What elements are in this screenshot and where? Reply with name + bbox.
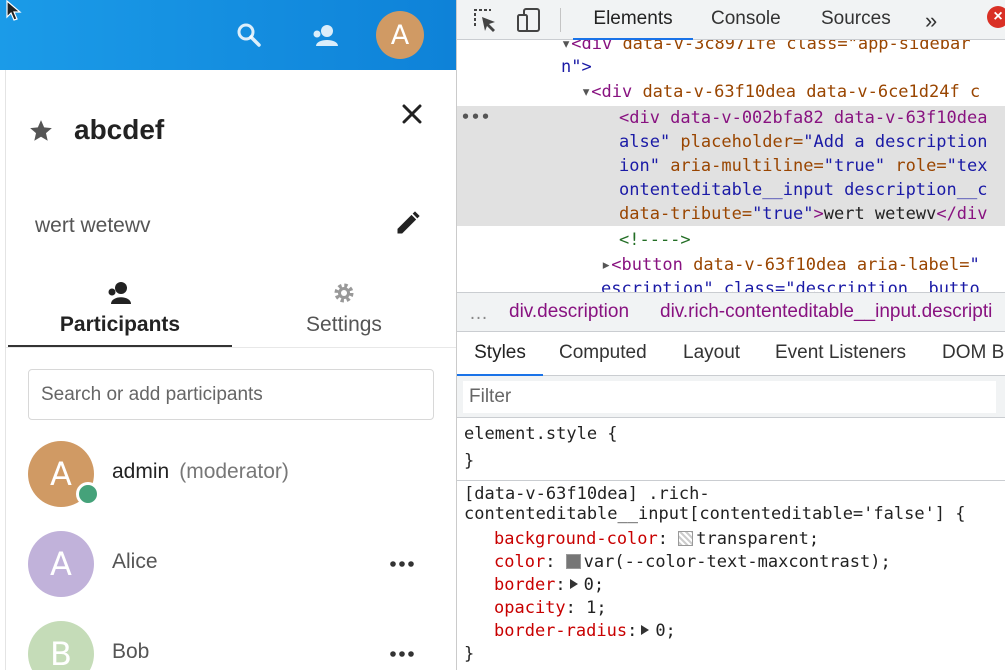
close-icon — [402, 104, 422, 124]
app-header: A — [0, 0, 456, 70]
tab-computed[interactable]: Computed — [559, 332, 647, 376]
dom-node-button[interactable]: ▸<button data-v-63f10dea aria-label=" — [601, 253, 980, 277]
chat-app: A abcdef wert wetewv Participants Settin… — [0, 0, 456, 670]
participant-bob[interactable]: B Bob — [6, 615, 456, 670]
dom-breadcrumb: … div.description div.rich-contenteditab… — [457, 292, 1005, 332]
more-options-icon[interactable] — [389, 559, 415, 569]
expand-triangle-icon[interactable] — [641, 625, 650, 635]
tab-participants[interactable]: Participants — [8, 275, 232, 347]
participants-icon — [108, 282, 131, 304]
tab-elements[interactable]: Elements — [573, 0, 693, 40]
css-declaration[interactable]: background-color: transparent; — [494, 528, 819, 551]
css-declaration[interactable]: border-radius: 0; — [494, 620, 676, 643]
tab-settings-label: Settings — [306, 313, 382, 336]
user-avatar[interactable]: A — [376, 11, 424, 59]
tab-console[interactable]: Console — [711, 0, 781, 40]
tab-dom-breakpoints[interactable]: DOM Br — [942, 332, 1005, 376]
participant-avatar: A — [28, 531, 94, 597]
room-title: abcdef — [74, 114, 165, 145]
room-description[interactable]: wert wetewv — [35, 214, 151, 238]
tab-sources[interactable]: Sources — [821, 0, 891, 40]
more-tabs-chevron-icon[interactable]: » — [925, 8, 937, 34]
contacts-icon[interactable] — [310, 20, 340, 50]
search-icon[interactable] — [234, 20, 264, 50]
color-swatch[interactable] — [565, 554, 581, 569]
tabs-divider — [6, 347, 456, 348]
styles-pane: element.style { } [data-v-63f10dea] .ric… — [457, 419, 1005, 670]
node-actions-icon[interactable]: ••• — [461, 108, 491, 126]
favorite-star-icon[interactable] — [28, 118, 54, 144]
breadcrumb-item[interactable]: div.rich-contenteditable__input.descript… — [660, 301, 992, 323]
dom-selected-line: ontenteditable__input description__c — [619, 180, 988, 200]
rule-divider — [457, 480, 1005, 481]
dom-node-sidebar[interactable]: ▾<div data-v-3c8971fe class="app-sidebar — [561, 40, 970, 56]
dom-comment[interactable]: <!----> — [619, 228, 691, 252]
css-declaration[interactable]: color: var(--color-text-maxcontrast); — [494, 551, 891, 574]
devtools-toolbar: Elements Console Sources » × — [457, 0, 1005, 40]
devtools-panel: Elements Console Sources » × ▾<div data-… — [456, 0, 1005, 670]
participant-alice[interactable]: A Alice — [6, 525, 456, 605]
element-style-open[interactable]: element.style { — [464, 423, 618, 446]
breadcrumb-overflow[interactable]: … — [469, 303, 488, 325]
dom-node-sidebar-cont: n"> — [561, 57, 592, 77]
dom-selected-line: <div data-v-002bfa82 data-v-63f10dea — [619, 108, 988, 128]
color-swatch[interactable] — [678, 531, 694, 546]
dom-node-div[interactable]: ▾<div data-v-63f10dea data-v-6ce1d24f c — [581, 80, 980, 104]
tab-participants-label: Participants — [59, 313, 181, 336]
gear-icon — [334, 283, 354, 303]
participant-role: (moderator) — [179, 460, 289, 483]
dom-selected-line: ion" aria-multiline="true" role="tex — [619, 156, 988, 176]
device-toolbar-icon[interactable] — [515, 6, 543, 34]
expand-triangle-icon[interactable] — [569, 579, 578, 589]
search-participants-input[interactable] — [28, 369, 434, 420]
participant-admin[interactable]: A admin (moderator) — [6, 435, 456, 515]
rule-close: } — [464, 644, 475, 664]
dom-tree[interactable]: ▾<div data-v-3c8971fe class="app-sidebar… — [457, 40, 1005, 292]
toolbar-separator — [560, 8, 561, 32]
room-sidebar: abcdef wert wetewv Participants Settings… — [5, 70, 456, 670]
dom-selected-line: data-tribute="true">wert wetewv</div — [619, 204, 988, 224]
tab-layout[interactable]: Layout — [683, 332, 740, 376]
element-style-close: } — [464, 451, 475, 471]
css-declaration[interactable]: border: 0; — [494, 574, 604, 597]
tab-settings[interactable]: Settings — [232, 275, 456, 347]
css-declaration[interactable]: opacity: 1; — [494, 597, 607, 620]
rule-selector[interactable]: contenteditable__input[contenteditable='… — [464, 503, 966, 526]
participant-name: Bob — [112, 640, 150, 663]
edit-pencil-icon[interactable] — [394, 209, 422, 237]
inspect-element-icon[interactable] — [471, 6, 499, 34]
participant-name: Alice — [112, 550, 158, 573]
close-sidebar-button[interactable] — [398, 100, 426, 128]
participant-name: admin (moderator) — [112, 460, 289, 483]
dom-node-button-cont: escription" class="description__butto — [601, 279, 980, 292]
mouse-cursor-icon — [6, 0, 22, 21]
styles-filter-input[interactable] — [463, 381, 996, 413]
close-error-icon[interactable]: × — [987, 6, 1005, 28]
breadcrumb-item[interactable]: div.description — [509, 301, 629, 323]
tab-event-listeners[interactable]: Event Listeners — [775, 332, 906, 376]
tab-styles[interactable]: Styles — [457, 332, 543, 376]
dom-selected-line: alse" placeholder="Add a description — [619, 132, 988, 152]
online-status-badge — [76, 482, 100, 506]
participant-avatar: B — [28, 621, 94, 670]
more-options-icon[interactable] — [389, 649, 415, 659]
styles-panel-tabs: Styles Computed Layout Event Listeners D… — [457, 332, 1005, 376]
